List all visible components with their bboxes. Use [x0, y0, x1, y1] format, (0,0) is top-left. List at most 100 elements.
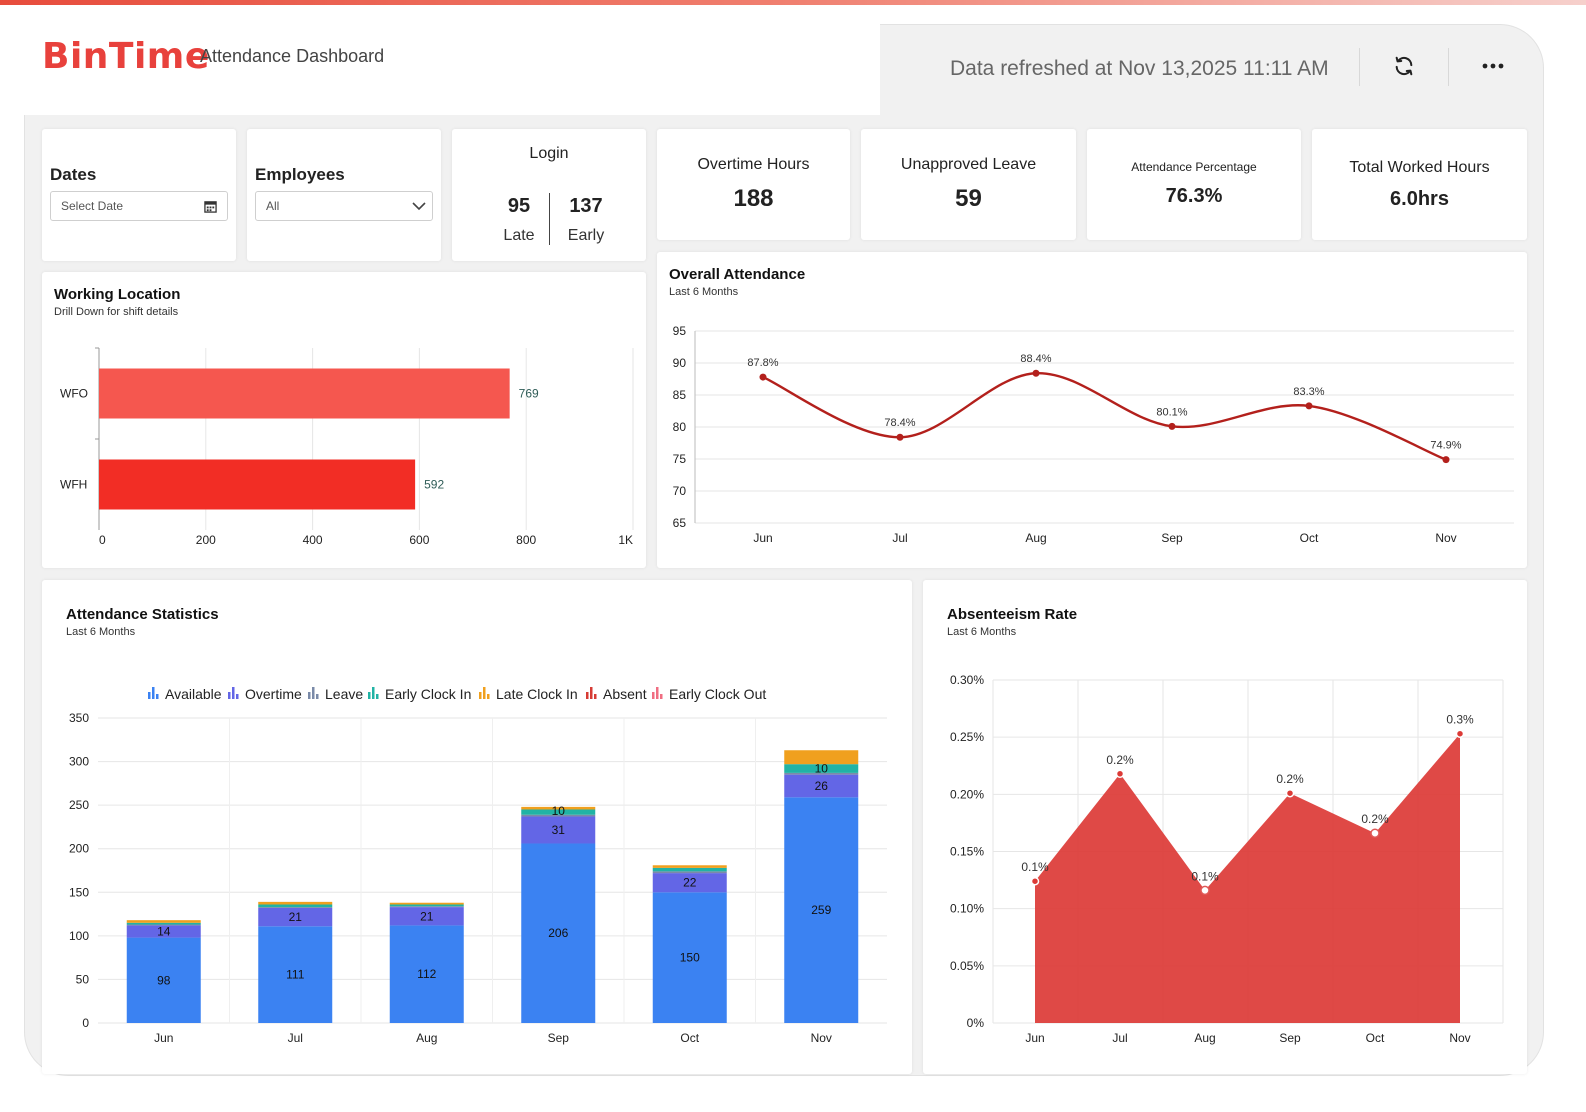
y-tick-label: 350 — [69, 711, 89, 725]
legend-icon-bar — [232, 687, 235, 699]
legend-icon-bar — [479, 692, 482, 699]
more-options-button[interactable] — [1477, 50, 1509, 82]
absenteeism-rate-card: Absenteeism Rate Last 6 Months 0% 0.05% 0.… — [923, 580, 1527, 1074]
kpi-title: Overtime Hours — [697, 156, 810, 173]
data-point — [1442, 456, 1450, 464]
y-tick-label: 0.10% — [950, 902, 984, 916]
early-label: Early — [567, 227, 605, 244]
employees-label: Employees — [255, 165, 345, 184]
y-tick-label: 50 — [76, 972, 90, 986]
login-card: Login 95 Late 137 Early — [452, 129, 646, 261]
legend-label: Overtime — [245, 686, 302, 702]
data-label: 0.2% — [1361, 812, 1389, 826]
refresh-button[interactable] — [1388, 50, 1420, 82]
legend-item-late-clock-in: Late Clock In — [479, 686, 578, 702]
x-tick-label: Nov — [1449, 1031, 1470, 1045]
data-label: 0.2% — [1106, 753, 1134, 767]
legend-icon-bar — [586, 692, 589, 699]
kpi-value: 76.3% — [1165, 185, 1223, 207]
y-tick-label: 65 — [673, 516, 687, 530]
segment-value-label: 21 — [289, 910, 303, 924]
segment-value-label: 150 — [680, 951, 700, 965]
data-point — [1285, 788, 1295, 798]
segment-value-label: 259 — [811, 903, 831, 917]
data-point — [1032, 369, 1040, 377]
legend-icon-bar — [376, 694, 379, 699]
y-tick-label: 250 — [69, 798, 89, 812]
legend-item-available: Available — [148, 686, 222, 702]
employees-select[interactable]: All — [255, 191, 433, 221]
overall-attendance-card: Overall Attendance Last 6 Months 65 70 75 8… — [657, 252, 1527, 568]
x-tick-label: 800 — [516, 533, 536, 547]
bar-segment-leave — [389, 906, 464, 908]
app-logo: BinTime — [42, 36, 210, 77]
data-point — [1370, 828, 1380, 838]
data-label: 0.3% — [1446, 713, 1474, 727]
bar-segment-leave — [258, 907, 333, 908]
bar-segment-leave — [126, 924, 201, 926]
legend-icon-bar — [660, 694, 663, 699]
dates-filter-card: Dates Select Date — [42, 129, 236, 261]
x-tick-label: Oct — [1366, 1031, 1385, 1045]
y-category-label: WFO — [60, 387, 88, 401]
x-tick-label: Nov — [1435, 531, 1456, 545]
bar-segment-late-clock-in — [258, 901, 333, 905]
kpi-card-attendance-percentage: Attendance Percentage 76.3% — [1087, 129, 1301, 240]
x-tick-label: Aug — [416, 1031, 437, 1045]
bar-segment-late-clock-in — [389, 902, 464, 905]
employees-value: All — [266, 199, 280, 213]
segment-value-label: 31 — [552, 823, 566, 837]
kpi-value: 59 — [955, 185, 982, 212]
x-tick-label: Aug — [1025, 531, 1046, 545]
bar-value-label: 769 — [519, 387, 539, 401]
x-tick-label: Jul — [892, 531, 907, 545]
x-tick-label: 400 — [303, 533, 323, 547]
legend-icon-bar — [236, 694, 239, 699]
legend-icon-bar — [312, 687, 315, 699]
late-count: 95 — [507, 195, 531, 217]
early-count: 137 — [569, 195, 603, 217]
legend-icon-bar — [487, 694, 490, 699]
bar-value-label: 592 — [424, 478, 444, 492]
segment-value-label: 26 — [815, 779, 829, 793]
working-location-chart: 0 200 400 600 800 1K WFO 769 WFH 592 — [60, 347, 634, 547]
legend-label: Early Clock In — [385, 686, 471, 702]
date-placeholder: Select Date — [61, 199, 124, 213]
x-tick-label: 1K — [618, 533, 633, 547]
divider — [1448, 48, 1449, 86]
bar-segment-late-clock-in — [126, 920, 201, 923]
data-label: 87.8% — [747, 357, 778, 369]
bar-segment-late-clock-in — [784, 750, 859, 765]
data-label: 74.9% — [1430, 440, 1461, 452]
x-tick-label: Oct — [1300, 531, 1319, 545]
kpi-value: 6.0hrs — [1390, 188, 1449, 210]
legend-item-early-clock-out: Early Clock Out — [652, 686, 766, 702]
x-tick-label: Jun — [154, 1031, 173, 1045]
more-icon — [1482, 63, 1504, 69]
legend-label: Early Clock Out — [669, 686, 766, 702]
legend-icon-bar — [316, 694, 319, 699]
data-point — [896, 433, 904, 441]
x-tick-label: Jul — [288, 1031, 303, 1045]
working-location-card: Working Location Drill Down for shift de… — [42, 272, 646, 568]
dates-label: Dates — [50, 165, 97, 184]
legend-icon-bar — [483, 687, 486, 699]
y-tick-label: 0 — [82, 1016, 89, 1030]
bar-segment-leave — [652, 871, 727, 874]
chevron-down-icon — [412, 202, 426, 211]
date-picker-input[interactable]: Select Date — [50, 191, 228, 221]
x-tick-label: Jul — [1112, 1031, 1127, 1045]
legend-icon-bar — [228, 692, 231, 699]
y-tick-label: 85 — [673, 388, 687, 402]
y-tick-label: 150 — [69, 885, 89, 899]
page-title: Attendance Dashboard — [200, 46, 385, 66]
data-refreshed-text: Data refreshed at Nov 13,2025 11:11 AM — [950, 57, 1329, 80]
kpi-card-unapproved-leave: Unapproved Leave 59 — [861, 129, 1076, 240]
kpi-title: Total Worked Hours — [1349, 159, 1490, 176]
x-tick-label: Sep — [548, 1031, 570, 1045]
y-category-label: WFH — [60, 478, 87, 492]
x-tick-label: 200 — [196, 533, 216, 547]
y-tick-label: 0.15% — [950, 845, 984, 859]
y-tick-label: 200 — [69, 842, 89, 856]
attendance-statistics-card: Attendance Statistics Last 6 Months 0 50 1… — [42, 580, 912, 1074]
